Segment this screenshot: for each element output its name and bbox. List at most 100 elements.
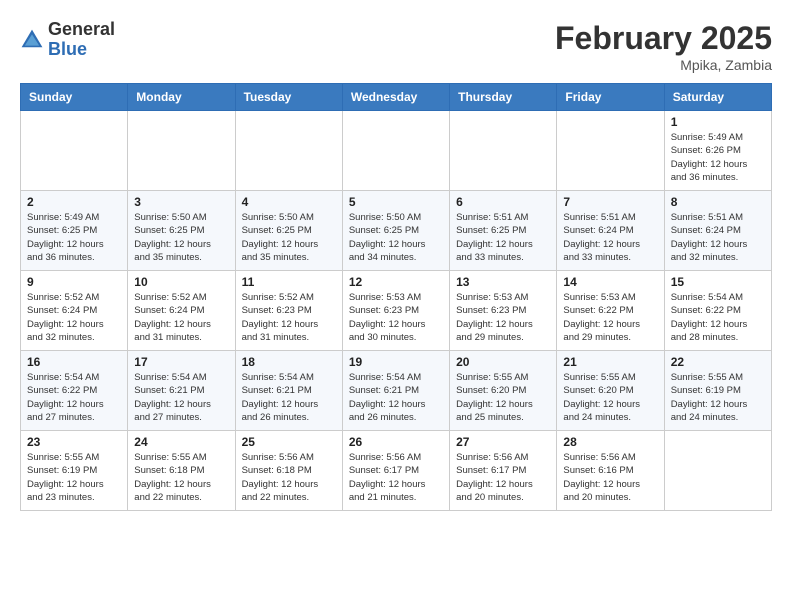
day-number: 9 xyxy=(27,275,121,289)
calendar-cell: 25 Sunrise: 5:56 AM Sunset: 6:18 PM Dayli… xyxy=(235,431,342,511)
logo-text: General Blue xyxy=(48,20,115,60)
day-info: Sunrise: 5:52 AM Sunset: 6:23 PM Dayligh… xyxy=(242,291,336,344)
calendar-cell: 19 Sunrise: 5:54 AM Sunset: 6:21 PM Dayli… xyxy=(342,351,449,431)
day-number: 27 xyxy=(456,435,550,449)
day-info: Sunrise: 5:51 AM Sunset: 6:24 PM Dayligh… xyxy=(563,211,657,264)
day-info: Sunrise: 5:50 AM Sunset: 6:25 PM Dayligh… xyxy=(349,211,443,264)
header-friday: Friday xyxy=(557,84,664,111)
calendar-cell: 7 Sunrise: 5:51 AM Sunset: 6:24 PM Daylig… xyxy=(557,191,664,271)
calendar-cell: 18Sunrise: 5:54 AM Sunset: 6:21 PM Dayli… xyxy=(235,351,342,431)
day-info: Sunrise: 5:50 AM Sunset: 6:25 PM Dayligh… xyxy=(242,211,336,264)
day-number: 15 xyxy=(671,275,765,289)
calendar-cell: 8Sunrise: 5:51 AM Sunset: 6:24 PM Daylig… xyxy=(664,191,771,271)
calendar-cell: 5 Sunrise: 5:50 AM Sunset: 6:25 PM Daylig… xyxy=(342,191,449,271)
calendar-cell: 24Sunrise: 5:55 AM Sunset: 6:18 PM Dayli… xyxy=(128,431,235,511)
day-number: 23 xyxy=(27,435,121,449)
header-tuesday: Tuesday xyxy=(235,84,342,111)
day-info: Sunrise: 5:52 AM Sunset: 6:24 PM Dayligh… xyxy=(27,291,121,344)
calendar-cell: 22 Sunrise: 5:55 AM Sunset: 6:19 PM Dayli… xyxy=(664,351,771,431)
day-number: 3 xyxy=(134,195,228,209)
day-number: 7 xyxy=(563,195,657,209)
calendar-cell: 2 Sunrise: 5:49 AM Sunset: 6:25 PM Daylig… xyxy=(21,191,128,271)
day-info: Sunrise: 5:49 AM Sunset: 6:26 PM Dayligh… xyxy=(671,131,765,184)
calendar-cell xyxy=(557,111,664,191)
weekday-header-row: Sunday Monday Tuesday Wednesday Thursday… xyxy=(21,84,772,111)
day-info: Sunrise: 5:56 AM Sunset: 6:17 PM Dayligh… xyxy=(456,451,550,504)
day-info: Sunrise: 5:54 AM Sunset: 6:21 PM Dayligh… xyxy=(134,371,228,424)
day-number: 10 xyxy=(134,275,228,289)
calendar-cell: 6Sunrise: 5:51 AM Sunset: 6:25 PM Daylig… xyxy=(450,191,557,271)
day-info: Sunrise: 5:55 AM Sunset: 6:19 PM Dayligh… xyxy=(27,451,121,504)
day-info: Sunrise: 5:56 AM Sunset: 6:16 PM Dayligh… xyxy=(563,451,657,504)
day-number: 13 xyxy=(456,275,550,289)
title-block: February 2025 Mpika, Zambia xyxy=(555,20,772,73)
calendar-week-4: 16Sunrise: 5:54 AM Sunset: 6:22 PM Dayli… xyxy=(21,351,772,431)
day-info: Sunrise: 5:50 AM Sunset: 6:25 PM Dayligh… xyxy=(134,211,228,264)
calendar-cell xyxy=(235,111,342,191)
calendar-week-5: 23 Sunrise: 5:55 AM Sunset: 6:19 PM Dayli… xyxy=(21,431,772,511)
calendar-location: Mpika, Zambia xyxy=(555,57,772,73)
header-sunday: Sunday xyxy=(21,84,128,111)
day-info: Sunrise: 5:53 AM Sunset: 6:22 PM Dayligh… xyxy=(563,291,657,344)
calendar-cell: 9 Sunrise: 5:52 AM Sunset: 6:24 PM Daylig… xyxy=(21,271,128,351)
calendar-cell: 16Sunrise: 5:54 AM Sunset: 6:22 PM Dayli… xyxy=(21,351,128,431)
calendar-title: February 2025 xyxy=(555,20,772,57)
day-number: 5 xyxy=(349,195,443,209)
logo-icon xyxy=(20,28,44,52)
calendar-cell: 23 Sunrise: 5:55 AM Sunset: 6:19 PM Dayli… xyxy=(21,431,128,511)
calendar-cell: 14 Sunrise: 5:53 AM Sunset: 6:22 PM Dayli… xyxy=(557,271,664,351)
day-number: 14 xyxy=(563,275,657,289)
day-info: Sunrise: 5:54 AM Sunset: 6:22 PM Dayligh… xyxy=(27,371,121,424)
calendar-week-2: 2 Sunrise: 5:49 AM Sunset: 6:25 PM Daylig… xyxy=(21,191,772,271)
calendar-cell: 3 Sunrise: 5:50 AM Sunset: 6:25 PM Daylig… xyxy=(128,191,235,271)
calendar-cell: 13 Sunrise: 5:53 AM Sunset: 6:23 PM Dayli… xyxy=(450,271,557,351)
day-number: 19 xyxy=(349,355,443,369)
day-number: 20 xyxy=(456,355,550,369)
day-number: 21 xyxy=(563,355,657,369)
day-number: 26 xyxy=(349,435,443,449)
calendar-cell xyxy=(342,111,449,191)
day-info: Sunrise: 5:53 AM Sunset: 6:23 PM Dayligh… xyxy=(349,291,443,344)
day-info: Sunrise: 5:53 AM Sunset: 6:23 PM Dayligh… xyxy=(456,291,550,344)
day-number: 24 xyxy=(134,435,228,449)
day-number: 17 xyxy=(134,355,228,369)
day-info: Sunrise: 5:56 AM Sunset: 6:17 PM Dayligh… xyxy=(349,451,443,504)
day-number: 4 xyxy=(242,195,336,209)
calendar-cell xyxy=(664,431,771,511)
calendar-cell: 15 Sunrise: 5:54 AM Sunset: 6:22 PM Dayli… xyxy=(664,271,771,351)
calendar-week-3: 9 Sunrise: 5:52 AM Sunset: 6:24 PM Daylig… xyxy=(21,271,772,351)
calendar-cell: 4 Sunrise: 5:50 AM Sunset: 6:25 PM Daylig… xyxy=(235,191,342,271)
header-thursday: Thursday xyxy=(450,84,557,111)
day-number: 6 xyxy=(456,195,550,209)
day-number: 25 xyxy=(242,435,336,449)
day-info: Sunrise: 5:51 AM Sunset: 6:24 PM Dayligh… xyxy=(671,211,765,264)
calendar-cell xyxy=(21,111,128,191)
calendar-cell: 11 Sunrise: 5:52 AM Sunset: 6:23 PM Dayli… xyxy=(235,271,342,351)
day-info: Sunrise: 5:52 AM Sunset: 6:24 PM Dayligh… xyxy=(134,291,228,344)
day-info: Sunrise: 5:49 AM Sunset: 6:25 PM Dayligh… xyxy=(27,211,121,264)
day-info: Sunrise: 5:54 AM Sunset: 6:22 PM Dayligh… xyxy=(671,291,765,344)
calendar-cell: 17 Sunrise: 5:54 AM Sunset: 6:21 PM Dayli… xyxy=(128,351,235,431)
day-number: 11 xyxy=(242,275,336,289)
calendar-cell xyxy=(450,111,557,191)
calendar-cell: 12 Sunrise: 5:53 AM Sunset: 6:23 PM Dayli… xyxy=(342,271,449,351)
calendar-cell: 10 Sunrise: 5:52 AM Sunset: 6:24 PM Dayli… xyxy=(128,271,235,351)
calendar-cell: 27 Sunrise: 5:56 AM Sunset: 6:17 PM Dayli… xyxy=(450,431,557,511)
calendar-cell: 28 Sunrise: 5:56 AM Sunset: 6:16 PM Dayli… xyxy=(557,431,664,511)
day-number: 22 xyxy=(671,355,765,369)
calendar-cell: 21 Sunrise: 5:55 AM Sunset: 6:20 PM Dayli… xyxy=(557,351,664,431)
day-info: Sunrise: 5:54 AM Sunset: 6:21 PM Dayligh… xyxy=(349,371,443,424)
header-saturday: Saturday xyxy=(664,84,771,111)
day-number: 28 xyxy=(563,435,657,449)
day-info: Sunrise: 5:55 AM Sunset: 6:20 PM Dayligh… xyxy=(563,371,657,424)
header-wednesday: Wednesday xyxy=(342,84,449,111)
day-number: 12 xyxy=(349,275,443,289)
day-number: 2 xyxy=(27,195,121,209)
day-number: 1 xyxy=(671,115,765,129)
day-info: Sunrise: 5:54 AM Sunset: 6:21 PM Dayligh… xyxy=(242,371,336,424)
day-info: Sunrise: 5:55 AM Sunset: 6:20 PM Dayligh… xyxy=(456,371,550,424)
calendar-week-1: 1 Sunrise: 5:49 AM Sunset: 6:26 PM Daylig… xyxy=(21,111,772,191)
day-info: Sunrise: 5:56 AM Sunset: 6:18 PM Dayligh… xyxy=(242,451,336,504)
header-monday: Monday xyxy=(128,84,235,111)
day-info: Sunrise: 5:55 AM Sunset: 6:19 PM Dayligh… xyxy=(671,371,765,424)
